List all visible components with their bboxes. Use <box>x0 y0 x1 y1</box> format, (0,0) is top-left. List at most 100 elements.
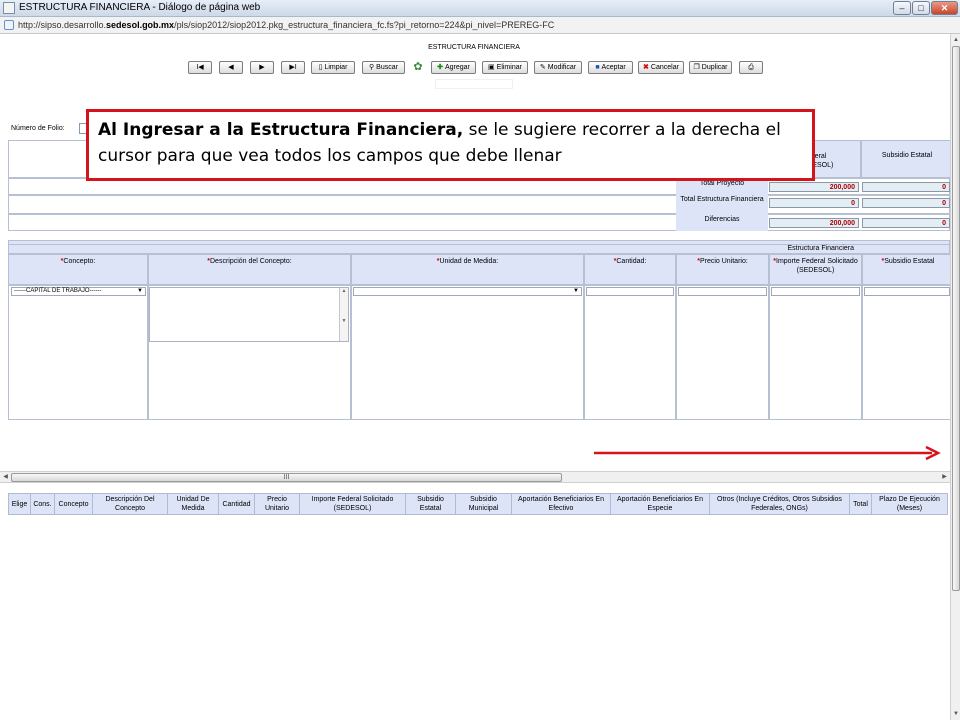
form-section-title: Estructura Financiera <box>8 244 950 254</box>
magnifier-icon: ⚲ <box>369 64 375 71</box>
diferencias-federal: 200,000 <box>769 218 859 228</box>
printer-icon: ⎙ <box>748 64 754 71</box>
diferencias-estatal: 0 <box>862 218 950 228</box>
col-label: Unidad de Medida: <box>439 258 499 265</box>
next-record-button[interactable]: ▶ <box>250 61 274 74</box>
maximize-button[interactable]: □ <box>912 1 930 15</box>
form-cell <box>676 285 769 420</box>
col-cantidad: *Cantidad: <box>584 254 676 285</box>
eliminar-button[interactable]: ▣ Eliminar <box>482 61 528 74</box>
minimize-button[interactable]: – <box>893 1 911 15</box>
scroll-down-arrow-icon[interactable]: ▼ <box>951 709 960 719</box>
window-title: ESTRUCTURA FINANCIERA - Diálogo de págin… <box>19 2 261 13</box>
window-titlebar: ESTRUCTURA FINANCIERA - Diálogo de págin… <box>0 0 960 17</box>
table-header: Unidad De Medida <box>167 493 219 515</box>
summary-label-total-estructura: Total Estructura Financiera <box>676 195 768 214</box>
table-header: Cantidad <box>218 493 255 515</box>
vertical-scrollbar[interactable]: ▲ ▼ <box>950 34 960 720</box>
form-cell <box>8 285 148 420</box>
last-record-button[interactable]: ▶I <box>281 61 305 74</box>
emblem-icon: ✿ <box>413 61 423 73</box>
close-button[interactable]: ✕ <box>931 1 958 15</box>
horizontal-scroll-thumb[interactable]: III <box>11 473 562 482</box>
duplicar-button[interactable]: ❐ Duplicar <box>689 61 732 74</box>
total-proyecto-federal: 200,000 <box>769 182 859 192</box>
form-cell <box>584 285 676 420</box>
first-record-button[interactable]: I◀ <box>188 61 212 74</box>
total-proyecto-estatal: 0 <box>862 182 950 192</box>
col-label: Cantidad: <box>616 258 647 265</box>
table-header: Concepto <box>54 493 93 515</box>
prev-record-button[interactable]: ◀ <box>219 61 243 74</box>
modificar-button[interactable]: ✎ Modificar <box>534 61 582 74</box>
agregar-button[interactable]: ✚ Agregar <box>431 61 476 74</box>
buscar-button[interactable]: ⚲ Buscar <box>362 61 405 74</box>
status-box <box>435 79 513 89</box>
col-precio-unitario: *Precio Unitario: <box>676 254 769 285</box>
scroll-up-arrow-icon[interactable]: ▲ <box>951 35 960 45</box>
precio-unitario-input[interactable] <box>678 287 767 296</box>
chevron-down-icon: ▼ <box>137 288 143 294</box>
table-header: Aportación Beneficiarios En Efectivo <box>511 493 611 515</box>
limpiar-button[interactable]: ▯ Limpiar <box>311 61 355 74</box>
callout-bold-text: Al Ingresar a la Estructura Financiera, <box>98 120 464 140</box>
page-icon <box>4 20 14 30</box>
app-icon <box>3 2 15 14</box>
subsidio-estatal-input[interactable] <box>864 287 950 296</box>
chevron-down-icon: ▼ <box>573 288 579 294</box>
table-header: Precio Unitario <box>254 493 300 515</box>
horizontal-scrollbar[interactable]: ◀ III ▶ <box>0 471 950 483</box>
col-unidad-medida: *Unidad de Medida: <box>351 254 584 285</box>
col-descripcion: *Descripción del Concepto: <box>148 254 351 285</box>
table-header: Cons. <box>30 493 55 515</box>
table-header: Subsidio Municipal <box>455 493 512 515</box>
scroll-right-arrow-icon[interactable]: ▶ <box>940 473 949 482</box>
cancelar-button[interactable]: ✖ Cancelar <box>638 61 684 74</box>
table-header: Importe Federal Solicitado (SEDESOL) <box>299 493 406 515</box>
descripcion-textarea[interactable]: ▲ ▼ <box>149 287 349 342</box>
page-icon: ▯ <box>318 64 323 71</box>
vertical-scroll-thumb[interactable] <box>952 46 960 591</box>
address-bar: http://sipso.desarrollo.sedesol.gob.mx/p… <box>0 17 960 34</box>
form-cell <box>769 285 862 420</box>
page-title: ESTRUCTURA FINANCIERA <box>428 44 520 51</box>
col-concepto: *Concepto: <box>8 254 148 285</box>
url-text: http://sipso.desarrollo.sedesol.gob.mx/p… <box>18 20 555 30</box>
instruction-callout: Al Ingresar a la Estructura Financiera, … <box>86 109 815 181</box>
form-cell <box>351 285 584 420</box>
col-label: Precio Unitario: <box>699 258 748 265</box>
summary-col-estatal: Subsidio Estatal <box>861 140 953 178</box>
table-header: Otros (Incluye Créditos, Otros Subsidios… <box>709 493 850 515</box>
trash-icon: ▣ <box>488 64 495 71</box>
concepto-select[interactable]: ------CAPITAL DE TRABAJO------ ▼ <box>11 287 146 296</box>
form-cell <box>862 285 954 420</box>
table-header: Plazo De Ejecución (Meses) <box>871 493 948 515</box>
col-label: Descripción del Concepto: <box>210 258 292 265</box>
importe-federal-input[interactable] <box>771 287 860 296</box>
cantidad-input[interactable] <box>586 287 674 296</box>
plus-icon: ✚ <box>437 64 443 71</box>
col-label: Concepto: <box>63 258 96 265</box>
concepto-select-value: ------CAPITAL DE TRABAJO------ <box>14 288 102 294</box>
col-label: Importe Federal Solicitado (SEDESOL) <box>776 258 858 274</box>
table-header: Aportación Beneficiarios En Especie <box>610 493 710 515</box>
folio-label: Número de Folio: <box>11 125 65 132</box>
table-header: Descripción Del Concepto <box>92 493 168 515</box>
scroll-left-arrow-icon[interactable]: ◀ <box>1 473 10 482</box>
total-estructura-federal: 0 <box>769 198 859 208</box>
textarea-scrollbar[interactable]: ▲ ▼ <box>339 288 348 341</box>
copy-icon: ❐ <box>693 64 700 71</box>
col-label: Subsidio Estatal <box>884 258 935 265</box>
records-table: Elige Cons. Concepto Descripción Del Con… <box>8 493 948 515</box>
save-icon: ■ <box>595 64 600 71</box>
summary-label-diferencias: Diferencias <box>676 214 768 231</box>
aceptar-button[interactable]: ■ Aceptar <box>588 61 633 74</box>
table-header-row: Elige Cons. Concepto Descripción Del Con… <box>8 493 948 515</box>
x-icon: ✖ <box>643 64 649 71</box>
col-importe-federal: *Importe Federal Solicitado (SEDESOL) <box>769 254 862 285</box>
print-button[interactable]: ⎙ <box>739 61 763 74</box>
table-header: Elige <box>8 493 31 515</box>
col-subsidio-estatal: *Subsidio Estatal <box>862 254 954 285</box>
unidad-medida-select[interactable]: ▼ <box>353 287 582 296</box>
table-header: Total <box>849 493 872 515</box>
